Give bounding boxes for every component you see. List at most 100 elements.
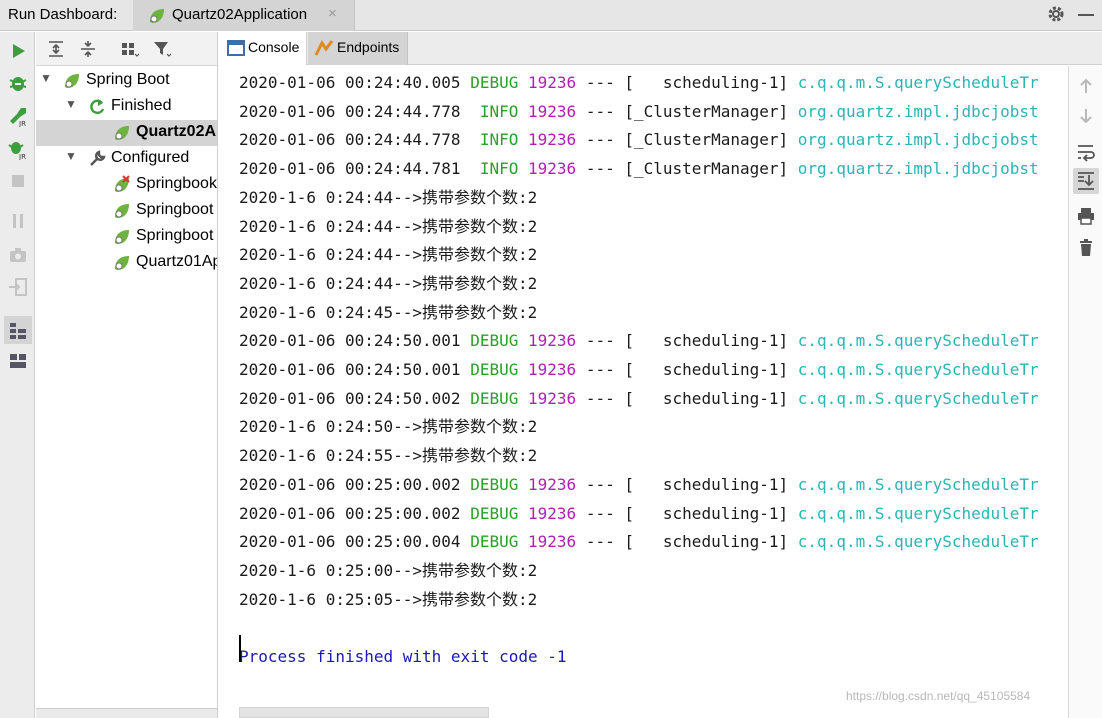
log-separator: ---	[585, 101, 615, 121]
rerun-icon	[87, 97, 107, 122]
group-by-icon[interactable]	[120, 39, 140, 59]
print-icon[interactable]	[1076, 206, 1096, 226]
log-timestamp: 2020-01-06 00:25:00.002	[239, 503, 461, 523]
log-pid: 19236	[528, 388, 577, 408]
tree-node-label: Configured	[111, 149, 190, 166]
up-arrow-icon[interactable]	[1076, 76, 1096, 96]
chevron-down-icon[interactable]: ▼	[65, 97, 77, 111]
debug-icon[interactable]	[7, 72, 29, 94]
log-level: INFO	[470, 130, 519, 150]
scroll-to-end-icon[interactable]	[1073, 168, 1099, 194]
title-bar: Run Dashboard: Quartz02Application ×	[0, 0, 1102, 31]
tree-node-springboot[interactable]: Springboot	[36, 198, 217, 226]
log-line: 2020-01-06 00:24:44.778 INFO 19236 --- […	[239, 98, 1039, 126]
spring-app-icon	[112, 227, 132, 252]
console-panel: Console Endpoints 2020-01-06 00:24:40.00…	[219, 32, 1102, 718]
tree-node-quartz01[interactable]: Quartz01Ap	[36, 250, 217, 278]
log-level: DEBUG	[470, 474, 519, 494]
expand-all-icon[interactable]	[46, 39, 66, 59]
pause-icon[interactable]	[7, 210, 29, 232]
layout-icon[interactable]	[7, 350, 29, 372]
log-level: DEBUG	[470, 360, 519, 379]
log-line: 2020-1-6 0:24:44-->携带参数个数:2	[239, 184, 537, 212]
log-pid: 19236	[528, 73, 577, 92]
log-message: 2020-1-6 0:25:05-->携带参数个数:2	[239, 589, 538, 609]
debug-jr-icon[interactable]: JR	[7, 138, 29, 161]
log-logger: c.q.q.m.S.queryScheduleTr	[797, 331, 1039, 351]
group-icon[interactable]	[4, 316, 32, 344]
log-logger: c.q.q.m.S.queryScheduleTr	[797, 474, 1039, 494]
spring-app-icon	[112, 123, 132, 148]
log-line: 2020-1-6 0:25:05-->携带参数个数:2	[239, 586, 537, 614]
chevron-down-icon[interactable]: ▼	[65, 149, 77, 163]
log-message: 2020-1-6 0:25:00-->携带参数个数:2	[239, 560, 538, 580]
exit-icon[interactable]	[7, 276, 29, 298]
close-icon[interactable]: ×	[328, 5, 337, 22]
tab-endpoints[interactable]: Endpoints	[308, 32, 408, 65]
filter-icon[interactable]	[152, 39, 172, 59]
chevron-down-icon[interactable]: ▼	[40, 71, 52, 85]
camera-icon[interactable]	[7, 244, 29, 266]
console-tabs: Console Endpoints	[219, 32, 1102, 65]
tree-node-quartz02[interactable]: Quartz02Ap	[36, 120, 217, 148]
log-timestamp: 2020-01-06 00:24:50.001	[239, 360, 461, 379]
log-pid: 19236	[528, 130, 577, 150]
console-output[interactable]: 2020-01-06 00:24:40.005 DEBUG 19236 --- …	[219, 69, 1069, 709]
spring-leaf-icon	[147, 6, 167, 30]
log-line: 2020-1-6 0:24:45-->携带参数个数:2	[239, 299, 537, 327]
tab-label: Endpoints	[337, 39, 400, 55]
log-message: 2020-1-6 0:24:45-->携带参数个数:2	[239, 302, 538, 322]
console-horizontal-scrollbar[interactable]	[239, 707, 489, 718]
log-thread: [_ClusterManager]	[624, 101, 789, 121]
tree-node-label: Finished	[111, 97, 172, 114]
log-message: 2020-1-6 0:24:44-->携带参数个数:2	[239, 273, 538, 293]
log-line: 2020-01-06 00:25:00.002 DEBUG 19236 --- …	[239, 500, 1039, 528]
log-level: INFO	[470, 159, 519, 179]
log-pid: 19236	[528, 503, 577, 523]
soft-wrap-icon[interactable]	[1076, 142, 1096, 162]
spring-app-icon	[112, 253, 132, 278]
log-pid: 19236	[528, 331, 577, 351]
tree-node-configured[interactable]: ▼ Configured	[36, 146, 217, 172]
log-logger: c.q.q.m.S.queryScheduleTr	[797, 73, 1039, 92]
log-level: INFO	[470, 101, 519, 121]
log-line: 2020-1-6 0:24:50-->携带参数个数:2	[239, 413, 537, 441]
log-line: 2020-01-06 00:24:40.005 DEBUG 19236 --- …	[239, 69, 1039, 97]
log-separator: ---	[585, 360, 615, 379]
tree-node-springbook[interactable]: Springbook	[36, 172, 217, 198]
log-timestamp: 2020-01-06 00:25:00.004	[239, 532, 461, 552]
svg-text:JR: JR	[18, 120, 26, 127]
tab-quartz02application[interactable]: Quartz02Application ×	[133, 0, 355, 31]
run-icon[interactable]	[7, 40, 29, 62]
log-line: 2020-01-06 00:24:50.001 DEBUG 19236 --- …	[239, 327, 1039, 355]
log-thread: [ scheduling-1]	[624, 532, 789, 552]
tree-node-springboot[interactable]: Springboot	[36, 224, 217, 252]
log-line: 2020-1-6 0:24:44-->携带参数个数:2	[239, 270, 537, 298]
log-separator: ---	[585, 159, 615, 179]
console-right-toolbar	[1068, 66, 1102, 718]
tree-node-spring-boot[interactable]: ▼ Spring Boot	[36, 68, 217, 94]
spring-app-icon	[112, 201, 132, 226]
console-icon	[227, 39, 245, 60]
process-exit-message: Process finished with exit code -1	[239, 647, 567, 666]
log-message: 2020-1-6 0:24:50-->携带参数个数:2	[239, 417, 538, 437]
log-timestamp: 2020-01-06 00:24:44.778	[239, 101, 461, 121]
tab-console[interactable]: Console	[219, 32, 307, 65]
tab-label: Console	[248, 39, 300, 55]
log-logger: c.q.q.m.S.queryScheduleTr	[797, 360, 1039, 379]
log-timestamp: 2020-01-06 00:24:50.001	[239, 331, 461, 351]
run-jr-icon[interactable]: JR	[7, 105, 29, 128]
gear-icon[interactable]	[1046, 4, 1066, 28]
tree-toolbar	[36, 32, 217, 66]
log-thread: [_ClusterManager]	[624, 130, 789, 150]
trash-icon[interactable]	[1076, 238, 1096, 258]
down-arrow-icon[interactable]	[1076, 106, 1096, 126]
log-line: Process finished with exit code -1	[239, 643, 567, 671]
tree-horizontal-scrollbar[interactable]	[36, 708, 217, 718]
minimize-icon[interactable]	[1078, 14, 1094, 16]
log-level: DEBUG	[470, 388, 519, 408]
collapse-all-icon[interactable]	[78, 39, 98, 59]
endpoints-icon	[314, 39, 334, 60]
stop-icon[interactable]	[7, 170, 29, 192]
tree-node-finished[interactable]: ▼ Finished	[36, 94, 217, 122]
